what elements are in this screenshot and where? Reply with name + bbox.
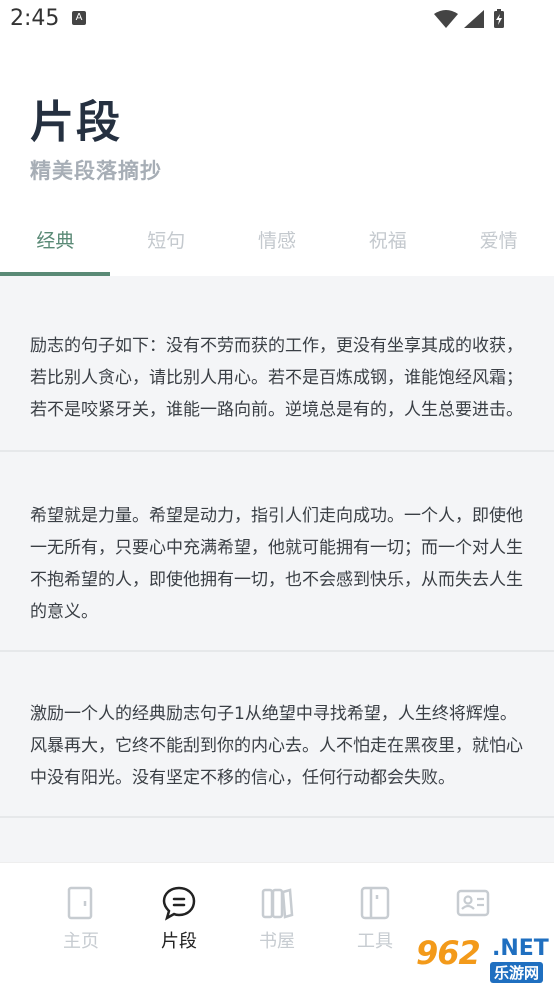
nav-label: 主页 <box>63 931 99 952</box>
tab-classic[interactable]: 经典 <box>0 208 111 276</box>
books-icon <box>261 888 294 919</box>
watermark-tagline: 乐游网 <box>490 962 544 983</box>
nav-tools[interactable]: 工具 <box>326 863 424 985</box>
passage-text: 励志的句子如下：没有不劳而获的工作，更没有坐享其成的收获，若比别人贪心，请比别人… <box>30 336 523 420</box>
passage-card[interactable]: 激励一个人的经典励志句子1从绝望中寻找希望，人生终将辉煌。风暴再大，它终不能刮到… <box>0 652 554 818</box>
wifi-icon <box>434 10 458 28</box>
watermark-domain: .NET <box>492 936 549 961</box>
nav-snippets[interactable]: 片段 <box>130 863 228 985</box>
passage-card[interactable]: 励志的句子如下：没有不劳而获的工作，更没有坐享其成的收获，若比别人贪心，请比别人… <box>0 276 554 452</box>
page-subtitle: 精美段落摘抄 <box>30 158 162 183</box>
a-icon: A <box>72 11 86 25</box>
passage-text: 希望就是力量。希望是动力，指引人们走向成功。一个人，即使他一无所有，只要心中充满… <box>30 506 523 622</box>
passage-card[interactable]: 希望就是力量。希望是动力，指引人们走向成功。一个人，即使他一无所有，只要心中充满… <box>0 452 554 652</box>
tab-short[interactable]: 短句 <box>111 208 222 276</box>
category-tabs: 经典 短句 情感 祝福 爱情 <box>0 208 554 276</box>
battery-charging-icon <box>494 9 504 28</box>
nav-label: 书屋 <box>259 931 295 952</box>
door-icon <box>67 886 93 920</box>
status-bar: 2:45 A <box>0 0 554 40</box>
signal-icon <box>464 10 484 28</box>
page-title: 片段 <box>30 97 122 148</box>
nav-bookhouse[interactable]: 书屋 <box>228 863 326 985</box>
tab-emotion[interactable]: 情感 <box>222 208 333 276</box>
watermark-logo: 962 .NET 乐游网 <box>416 930 554 984</box>
nav-home[interactable]: 主页 <box>32 863 130 985</box>
passage-list[interactable]: 励志的句子如下：没有不劳而获的工作，更没有坐享其成的收获，若比别人贪心，请比别人… <box>0 276 554 862</box>
status-icons <box>432 8 524 30</box>
passage-text: 激励一个人的经典励志句子1从绝望中寻找希望，人生终将辉煌。风暴再大，它终不能刮到… <box>30 704 523 788</box>
toolbox-icon <box>360 886 390 920</box>
nav-label: 片段 <box>161 931 197 952</box>
nav-label: 工具 <box>357 931 393 952</box>
watermark-number: 962 <box>416 934 481 972</box>
tab-blessing[interactable]: 祝福 <box>332 208 443 276</box>
id-card-icon <box>456 889 490 917</box>
chat-bubble-icon <box>162 886 196 921</box>
status-time: 2:45 <box>10 6 60 31</box>
tab-love[interactable]: 爱情 <box>443 208 554 276</box>
